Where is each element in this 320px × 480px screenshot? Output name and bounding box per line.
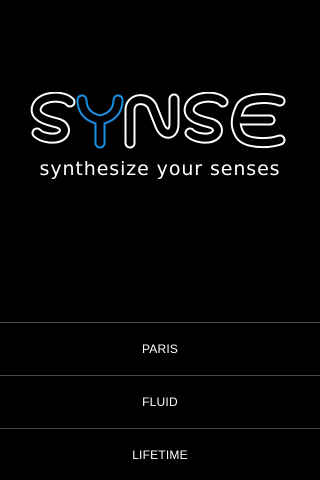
menu-item-label: PARIS: [141, 342, 179, 356]
menu-item-lifetime[interactable]: LIFETIME: [0, 428, 320, 480]
menu-list: PARIS FLUID LIFETIME: [0, 322, 320, 480]
menu-item-fluid[interactable]: FLUID: [0, 375, 320, 428]
logo-letter-s2: [183, 92, 229, 144]
logo-letter-y: [76, 94, 124, 149]
tagline: synthesize your senses: [39, 158, 281, 180]
synse-logo: [30, 92, 286, 149]
logo-letter-s: [30, 92, 76, 144]
logo-letter-e: [230, 93, 286, 149]
menu-item-paris[interactable]: PARIS: [0, 322, 320, 375]
menu-item-label: FLUID: [142, 395, 178, 409]
menu-item-label: LIFETIME: [132, 448, 188, 462]
app-screen: synthesize your senses PARIS FLUID LIFET…: [0, 0, 320, 480]
logo-letter-n: [124, 93, 180, 149]
